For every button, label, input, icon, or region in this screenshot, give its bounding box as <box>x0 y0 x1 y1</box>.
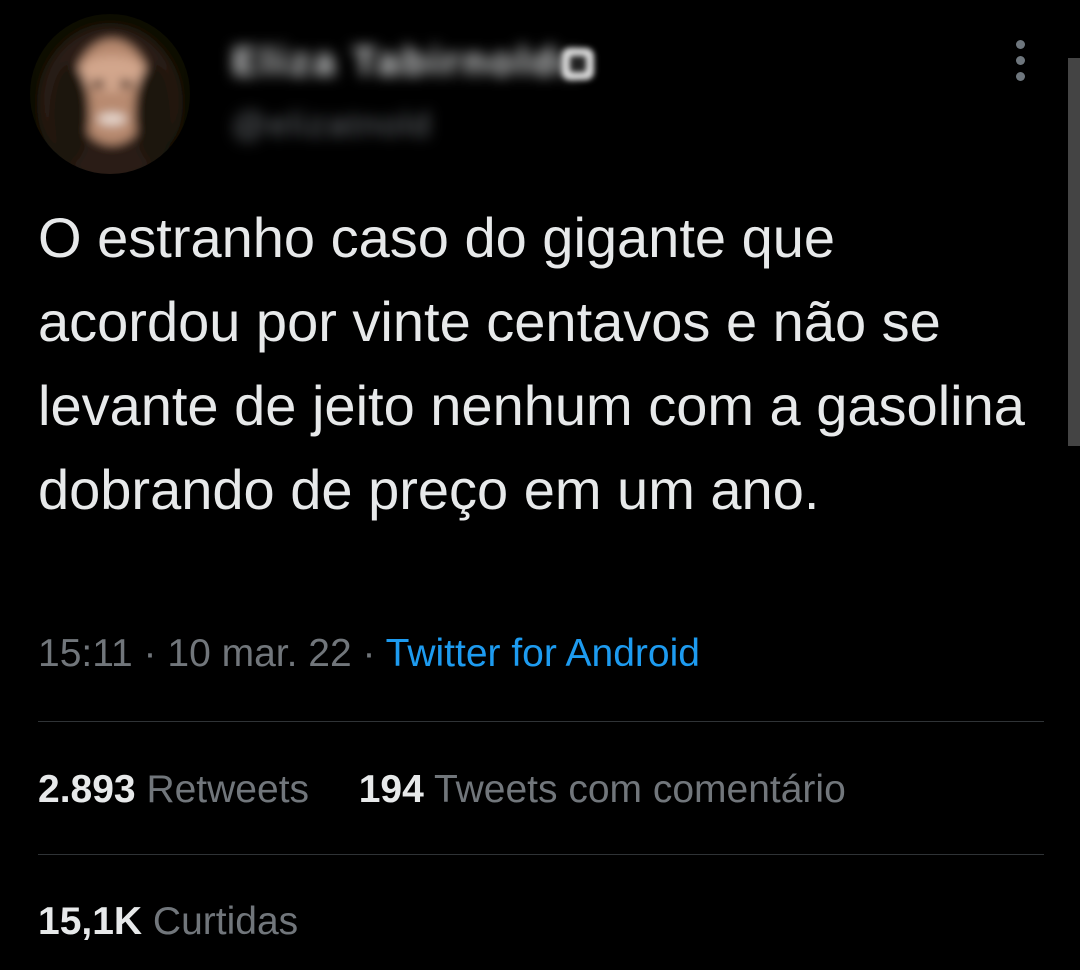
tweet-time: 15:11 <box>38 632 133 675</box>
tweet-meta: 15:11 · 10 mar. 22 · Twitter for Android <box>38 632 700 676</box>
likes-stat[interactable]: 15,1K Curtidas <box>38 900 298 943</box>
retweets-stat[interactable]: 2.893 Retweets <box>38 768 320 811</box>
divider <box>38 854 1044 855</box>
likes-stat-row: 15,1K Curtidas <box>38 900 298 944</box>
avatar-image <box>30 14 190 174</box>
likes-label: Curtidas <box>152 900 299 943</box>
more-vertical-icon <box>1016 40 1025 49</box>
engagement-stats: 2.893 Retweets 194 Tweets com comentário <box>38 768 846 812</box>
retweets-count: 2.893 <box>38 768 136 811</box>
tweet-text: O estranho caso do gigante que acordou p… <box>38 206 1025 521</box>
quote-tweets-stat[interactable]: 194 Tweets com comentário <box>359 768 846 811</box>
avatar[interactable] <box>30 14 190 174</box>
retweets-label: Retweets <box>146 768 310 811</box>
quotes-label: Tweets com comentário <box>433 768 846 811</box>
likes-count: 15,1K <box>38 900 143 943</box>
tweet-date: 10 mar. 22 <box>167 632 352 675</box>
quotes-count: 194 <box>358 768 424 811</box>
meta-separator: · <box>143 632 157 675</box>
more-vertical-icon <box>1016 72 1025 81</box>
verified-badge-icon <box>562 48 594 80</box>
author-display-name[interactable]: Eliza Tabirnoldo <box>232 40 586 84</box>
author-handle[interactable]: @elizatnold <box>232 106 432 145</box>
meta-separator: · <box>362 632 376 675</box>
more-options-button[interactable] <box>1004 36 1038 86</box>
tweet-source-link[interactable]: Twitter for Android <box>386 632 700 675</box>
more-vertical-icon <box>1016 56 1025 65</box>
divider <box>38 721 1044 722</box>
scrollbar[interactable] <box>1068 58 1080 446</box>
